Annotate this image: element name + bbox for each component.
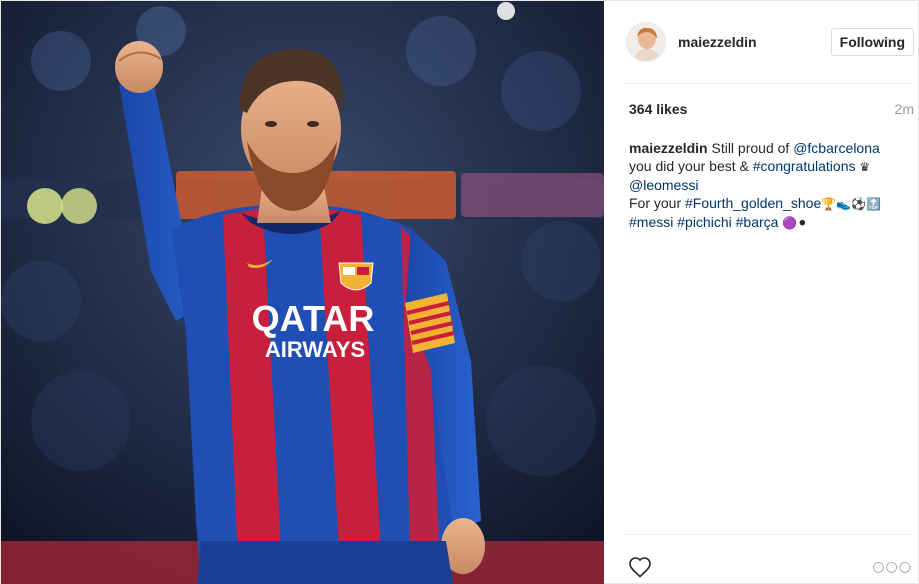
footer-divider [624,534,914,535]
avatar-image [627,23,665,61]
hashtag-link[interactable]: #congratulations [753,158,856,174]
caption-text: For your [629,195,686,211]
post-username[interactable]: maiezzeldin [678,34,831,50]
hashtag-link[interactable]: #pichichi [677,214,731,230]
instagram-post: QATAR AIRWAYS maiezzeldin Following 364 … [0,0,919,584]
post-caption: maiezzeldin Still proud of @fcbarcelona … [629,139,912,232]
header-divider [624,83,914,84]
post-actions: ○○○ [628,556,912,578]
fcb-crest [338,262,374,291]
more-icon[interactable]: ○○○ [872,559,912,575]
post-header: maiezzeldin Following [604,1,918,83]
following-button[interactable]: Following [830,28,914,56]
post-time[interactable]: 2m [895,101,914,117]
likes-row: 364 likes 2m [629,101,914,117]
post-photo[interactable]: QATAR AIRWAYS [1,1,604,584]
sponsor-text-line2: AIRWAYS [265,337,365,362]
hashtag-link[interactable]: #barça [736,214,779,230]
caption-username[interactable]: maiezzeldin [629,140,708,156]
hashtag-link[interactable]: #Fourth_golden_shoe [685,195,821,211]
mention-link[interactable]: @leomessi [629,177,698,193]
likes-count[interactable]: 364 likes [629,101,687,117]
avatar[interactable] [626,22,666,62]
caption-text: you did your best & [629,158,753,174]
crown-emoji: ♛ [859,160,871,174]
sponsor-text-line1: QATAR [252,298,375,339]
club-colors-emoji: 🟣⚫ [782,216,808,230]
post-image: QATAR AIRWAYS [1,1,604,584]
heart-icon[interactable] [628,556,652,578]
mention-link[interactable]: @fcbarcelona [793,140,880,156]
trophy-shoe-ball-emoji: 🏆👟⚽🔝 [821,197,882,211]
caption-text: Still proud of [711,140,794,156]
post-side-panel: maiezzeldin Following 364 likes 2m maiez… [604,1,918,583]
hashtag-link[interactable]: #messi [629,214,673,230]
